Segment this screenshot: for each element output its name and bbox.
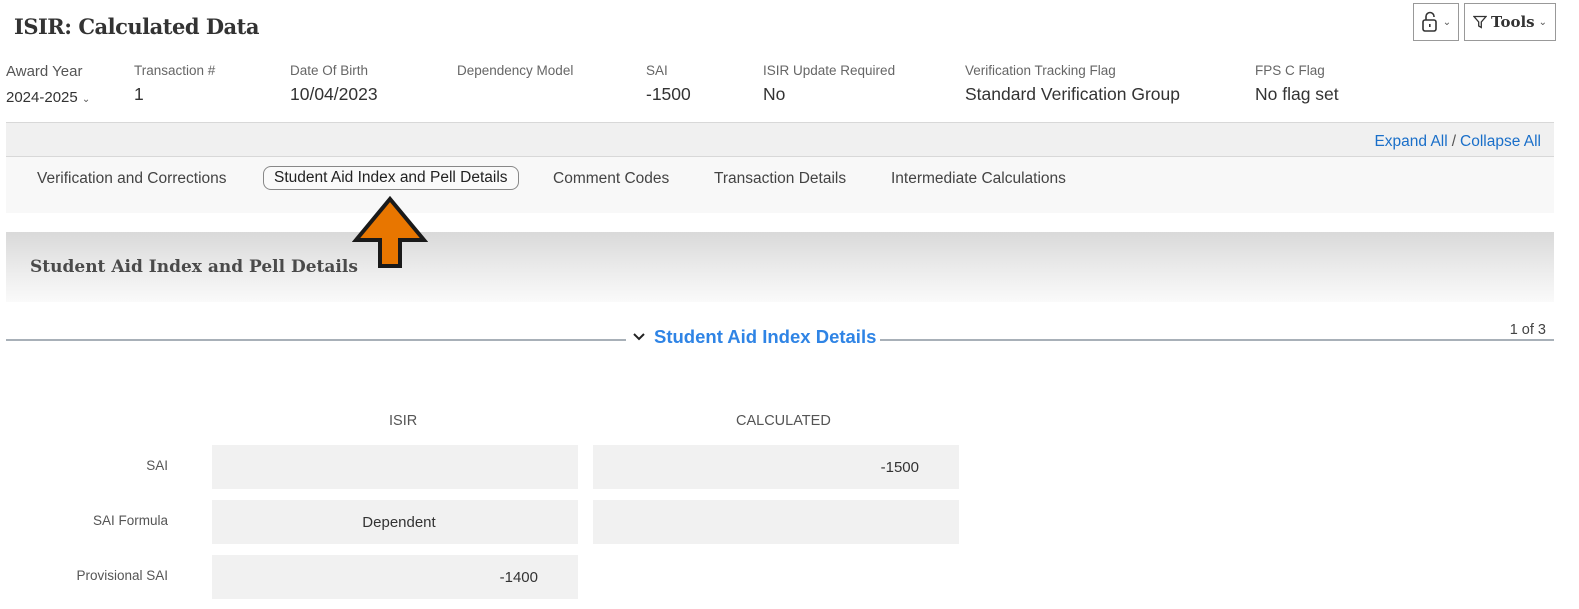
sai-field: SAI -1500	[646, 63, 691, 105]
chevron-down-icon: ⌄	[1538, 16, 1547, 28]
dependency-model-label: Dependency Model	[457, 63, 574, 78]
isir-update-value: No	[763, 84, 786, 104]
isir-update-label: ISIR Update Required	[763, 63, 896, 78]
section-header: Student Aid Index and Pell Details	[6, 232, 1554, 302]
cell-provisional-sai-isir: -1400	[212, 555, 578, 599]
dob-label: Date Of Birth	[290, 63, 369, 78]
chevron-down-icon: ⌄	[81, 94, 91, 105]
cell-sai-isir	[212, 445, 578, 489]
tab-verification-and-corrections[interactable]: Verification and Corrections	[37, 170, 227, 188]
award-year-value: 2024-2025	[6, 89, 78, 106]
award-year-select[interactable]: 2024-2025 ⌄	[6, 89, 90, 106]
fps-flag-field: FPS C Flag No flag set	[1255, 63, 1339, 105]
page-title: ISIR: Calculated Data	[14, 14, 259, 39]
tools-button[interactable]: Tools ⌄	[1464, 3, 1556, 41]
top-actions: ⌄ Tools ⌄	[1413, 3, 1556, 41]
section-tabs: Verification and Corrections Student Aid…	[6, 157, 1554, 213]
verification-flag-field: Verification Tracking Flag Standard Veri…	[965, 63, 1180, 105]
isir-summary: Award Year 2024-2025 ⌄ Transaction # 1 D…	[0, 63, 1579, 121]
transaction-field: Transaction # 1	[134, 63, 215, 105]
award-year-field: Award Year 2024-2025 ⌄	[6, 63, 90, 106]
chevron-down-icon	[632, 329, 646, 345]
sai-label: SAI	[646, 63, 668, 78]
subsection-title: Student Aid Index Details	[654, 326, 877, 347]
fps-flag-label: FPS C Flag	[1255, 63, 1325, 78]
fps-flag-value: No flag set	[1255, 84, 1339, 104]
subsection-divider: Student Aid Index Details 1 of 3	[6, 322, 1554, 352]
row-label-sai-formula: SAI Formula	[92, 513, 168, 528]
chevron-down-icon: ⌄	[1442, 16, 1452, 28]
expand-collapse-bar: Expand All / Collapse All	[6, 122, 1554, 157]
column-header-isir: ISIR	[389, 413, 418, 429]
annotation-arrow-up-icon	[352, 196, 428, 268]
subsection-toggle[interactable]: Student Aid Index Details	[632, 326, 876, 348]
tools-label: Tools	[1491, 13, 1535, 31]
cell-value: -1500	[880, 459, 919, 476]
divider-line-left	[6, 339, 626, 341]
divider-line-right	[880, 339, 1554, 341]
subsection-counter: 1 of 3	[1509, 322, 1546, 338]
tab-intermediate-calculations[interactable]: Intermediate Calculations	[891, 170, 1066, 188]
row-label-provisional-sai: Provisional SAI	[76, 568, 168, 583]
expand-all-link[interactable]: Expand All	[1374, 133, 1447, 150]
cell-sai-formula-calculated	[593, 500, 959, 544]
unlock-icon	[1421, 11, 1437, 32]
verification-flag-label: Verification Tracking Flag	[965, 63, 1116, 78]
sai-value: -1500	[646, 84, 691, 104]
tab-comment-codes[interactable]: Comment Codes	[553, 170, 669, 188]
transaction-label: Transaction #	[134, 63, 216, 78]
isir-update-field: ISIR Update Required No	[763, 63, 895, 105]
award-year-label: Award Year	[6, 63, 83, 80]
verification-flag-value: Standard Verification Group	[965, 84, 1180, 104]
dob-field: Date Of Birth 10/04/2023	[290, 63, 378, 105]
transaction-value: 1	[134, 84, 144, 104]
dob-value: 10/04/2023	[290, 84, 378, 104]
separator: /	[1451, 133, 1456, 150]
lock-menu-button[interactable]: ⌄	[1413, 3, 1459, 41]
cell-value: -1400	[499, 569, 538, 586]
column-header-calculated: CALCULATED	[736, 413, 831, 429]
tab-transaction-details[interactable]: Transaction Details	[714, 170, 846, 188]
tab-student-aid-index-and-pell-details[interactable]: Student Aid Index and Pell Details	[263, 166, 519, 190]
expand-collapse-links: Expand All / Collapse All	[1374, 133, 1541, 151]
cell-value: Dependent	[362, 514, 436, 531]
collapse-all-link[interactable]: Collapse All	[1460, 133, 1541, 150]
cell-sai-calculated: -1500	[593, 445, 959, 489]
dependency-model-field: Dependency Model	[457, 63, 573, 84]
cell-sai-formula-isir: Dependent	[212, 500, 578, 544]
section-title: Student Aid Index and Pell Details	[30, 257, 358, 277]
row-label-sai: SAI	[146, 458, 168, 473]
filter-icon	[1473, 15, 1487, 29]
